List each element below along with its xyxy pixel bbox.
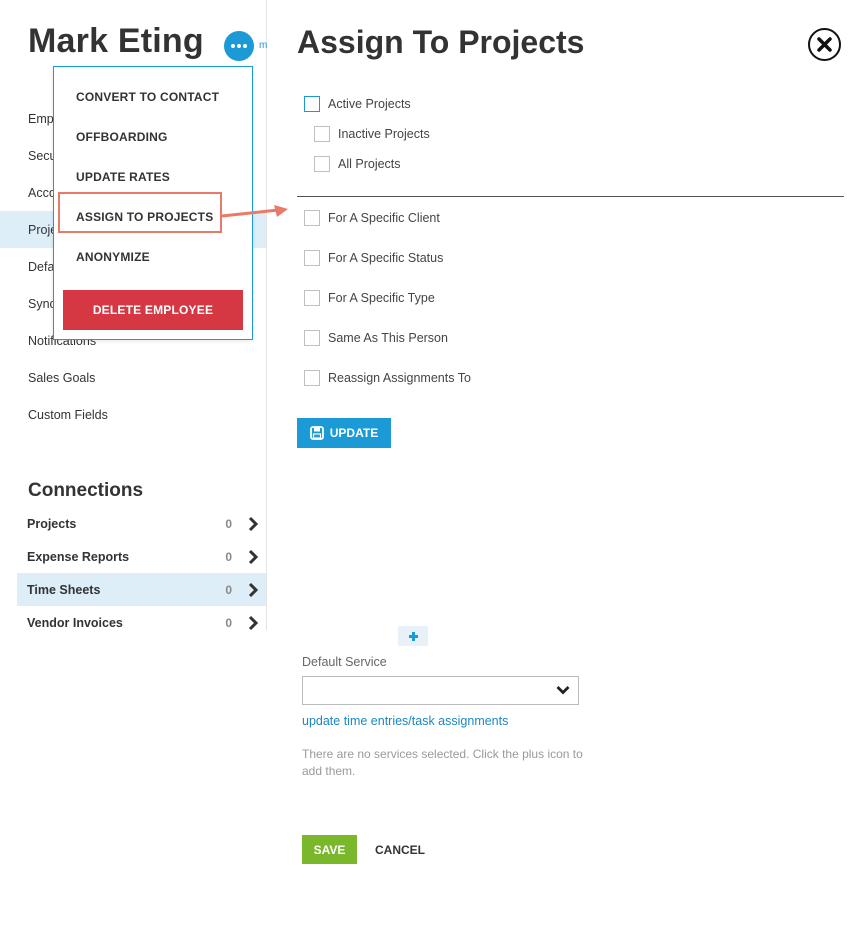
checkbox[interactable] xyxy=(304,96,320,112)
connection-row-expense-reports[interactable]: Expense Reports 0 xyxy=(17,540,266,573)
checkbox-same-as-person[interactable]: Same As This Person xyxy=(304,330,448,346)
connection-count: 0 xyxy=(225,516,232,531)
chevron-right-icon xyxy=(248,582,259,597)
connections-title: Connections xyxy=(28,480,144,501)
checkbox[interactable] xyxy=(314,126,330,142)
update-button[interactable]: UPDATE xyxy=(297,418,391,448)
employee-name: Mark Eting xyxy=(28,22,204,60)
page-title: Assign To Projects xyxy=(297,24,585,60)
chevron-down-icon xyxy=(556,686,570,695)
connection-row-time-sheets[interactable]: Time Sheets 0 xyxy=(17,573,266,606)
connection-label: Time Sheets xyxy=(27,582,101,597)
checkbox[interactable] xyxy=(304,330,320,346)
sidebar-item-label: Custom Fields xyxy=(28,407,108,422)
chevron-right-icon xyxy=(248,549,259,564)
checkbox[interactable] xyxy=(304,290,320,306)
connection-label: Vendor Invoices xyxy=(27,615,123,630)
dot-icon xyxy=(237,44,241,48)
dot-icon xyxy=(231,44,235,48)
sidebar-item-label: Emp xyxy=(28,111,54,126)
sidebar-item-sales-goals[interactable]: Sales Goals xyxy=(0,359,266,396)
checkbox-label: All Projects xyxy=(338,157,401,171)
delete-employee-button[interactable]: DELETE EMPLOYEE xyxy=(63,290,243,330)
checkbox-specific-type[interactable]: For A Specific Type xyxy=(304,290,435,306)
sidebar-item-label: Defa xyxy=(28,259,55,274)
checkbox[interactable] xyxy=(304,210,320,226)
sidebar-item-custom-fields[interactable]: Custom Fields xyxy=(0,396,266,433)
checkbox-label: Reassign Assignments To xyxy=(328,371,471,385)
checkbox-reassign-assignments[interactable]: Reassign Assignments To xyxy=(304,370,471,386)
plus-icon xyxy=(408,631,418,641)
sidebar-item-label: Sales Goals xyxy=(28,370,96,385)
default-service-label: Default Service xyxy=(302,655,387,669)
checkbox-all-projects[interactable]: All Projects xyxy=(314,156,401,172)
checkbox[interactable] xyxy=(304,370,320,386)
checkbox-label: Same As This Person xyxy=(328,331,448,345)
more-options-button[interactable] xyxy=(224,31,254,61)
update-button-label: UPDATE xyxy=(329,426,379,440)
checkbox-label: Active Projects xyxy=(328,97,411,111)
save-button[interactable]: SAVE xyxy=(302,835,357,864)
menu-item-convert-to-contact[interactable]: CONVERT TO CONTACT xyxy=(76,90,219,104)
checkbox[interactable] xyxy=(304,250,320,266)
checkbox-specific-status[interactable]: For A Specific Status xyxy=(304,250,443,266)
no-services-message: There are no services selected. Click th… xyxy=(302,747,583,778)
connection-count: 0 xyxy=(225,549,232,564)
connection-label: Expense Reports xyxy=(27,549,130,564)
dot-icon xyxy=(243,44,247,48)
connection-label: Projects xyxy=(27,516,77,531)
checkbox-inactive-projects[interactable]: Inactive Projects xyxy=(314,126,430,142)
connection-row-projects[interactable]: Projects 0 xyxy=(17,507,266,540)
close-icon xyxy=(817,37,832,52)
checkbox-label: For A Specific Type xyxy=(328,291,435,305)
chevron-right-icon xyxy=(248,615,259,630)
more-label: m xyxy=(259,40,268,51)
menu-item-offboarding[interactable]: OFFBOARDING xyxy=(76,130,168,144)
update-time-entries-link[interactable]: update time entries/task assignments xyxy=(302,714,508,728)
checkbox[interactable] xyxy=(314,156,330,172)
checkbox-specific-client[interactable]: For A Specific Client xyxy=(304,210,440,226)
sidebar-item-label: Sync xyxy=(28,296,56,311)
cancel-button[interactable]: CANCEL xyxy=(375,843,425,857)
sidebar-item-label: Acco xyxy=(28,185,56,200)
checkbox-active-projects[interactable]: Active Projects xyxy=(304,96,411,112)
chevron-right-icon xyxy=(248,516,259,531)
connection-count: 0 xyxy=(225,582,232,597)
checkbox-label: Inactive Projects xyxy=(338,127,430,141)
checkbox-label: For A Specific Status xyxy=(328,251,444,265)
connections-list: Projects 0 Expense Reports 0 Time Sheets… xyxy=(17,507,266,639)
menu-item-update-rates[interactable]: UPDATE RATES xyxy=(76,170,170,184)
add-service-button[interactable] xyxy=(398,626,428,646)
actions-menu: CONVERT TO CONTACT OFFBOARDING UPDATE RA… xyxy=(53,66,253,340)
callout-arrow-icon xyxy=(221,205,288,218)
save-disk-icon xyxy=(309,426,324,440)
checkbox-label: For A Specific Client xyxy=(328,211,440,225)
menu-item-anonymize[interactable]: ANONYMIZE xyxy=(76,250,150,264)
divider xyxy=(297,196,844,197)
default-service-select[interactable] xyxy=(302,676,579,705)
close-button[interactable] xyxy=(808,28,841,61)
connection-row-vendor-invoices[interactable]: Vendor Invoices 0 xyxy=(17,606,266,639)
connection-count: 0 xyxy=(225,615,232,630)
menu-item-assign-to-projects[interactable]: ASSIGN TO PROJECTS xyxy=(76,210,213,224)
